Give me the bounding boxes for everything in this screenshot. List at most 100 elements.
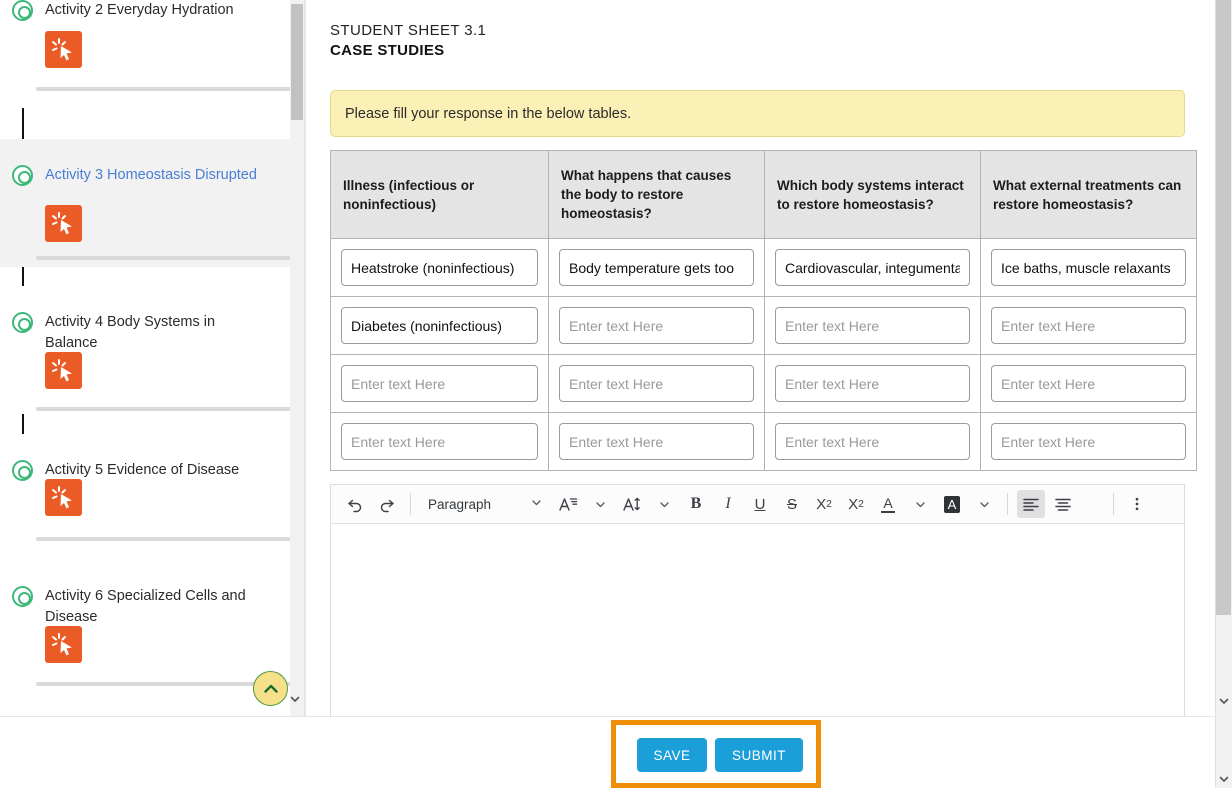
superscript-index: 2	[858, 499, 864, 510]
block-format-select[interactable]: Paragraph	[422, 490, 548, 518]
case-studies-table: Illness (infectious or noninfectious) Wh…	[330, 150, 1197, 471]
sidebar-item-activity-4[interactable]: Activity 4 Body Systems in Balance	[0, 286, 290, 414]
font-family-icon[interactable]	[554, 490, 582, 518]
cell-input-r0c1[interactable]	[559, 249, 754, 286]
click-cursor-icon[interactable]	[45, 352, 82, 389]
table-row	[331, 413, 1197, 471]
activity-title: Activity 5 Evidence of Disease	[45, 460, 260, 481]
page-root: Activity 2 Everyday Hydration Activity 3…	[0, 0, 1232, 788]
cell-input-r1c0[interactable]	[341, 307, 538, 344]
text-color-swatch	[881, 511, 895, 513]
click-cursor-icon[interactable]	[45, 479, 82, 516]
cell-input-r2c3[interactable]	[991, 365, 1186, 402]
rich-text-editor: Paragraph B I U	[330, 484, 1185, 716]
align-left-icon[interactable]	[1017, 490, 1045, 518]
cell-input-r2c0[interactable]	[341, 365, 538, 402]
superscript-base: X	[848, 496, 858, 513]
table-cell	[331, 413, 549, 471]
activity-divider	[36, 537, 290, 541]
font-size-chevron-down-icon[interactable]	[650, 490, 678, 518]
sidebar-scrollbar-thumb[interactable]	[291, 4, 303, 120]
cell-input-r1c3[interactable]	[991, 307, 1186, 344]
click-cursor-icon[interactable]	[45, 31, 82, 68]
cell-input-r1c2[interactable]	[775, 307, 970, 344]
strikethrough-button[interactable]: S	[778, 490, 806, 518]
table-cell	[549, 355, 765, 413]
table-cell	[765, 297, 981, 355]
click-cursor-icon[interactable]	[45, 205, 82, 242]
main-content: STUDENT SHEET 3.1 CASE STUDIES Please fi…	[320, 0, 1200, 716]
save-button[interactable]: SAVE	[637, 738, 707, 772]
sidebar-item-activity-5[interactable]: Activity 5 Evidence of Disease	[0, 434, 290, 562]
cell-input-r2c1[interactable]	[559, 365, 754, 402]
highlight-color-button[interactable]: A	[938, 490, 966, 518]
text-color-button[interactable]: A	[874, 490, 902, 518]
table-cell	[331, 355, 549, 413]
cell-input-r3c2[interactable]	[775, 423, 970, 460]
sidebar-item-activity-6[interactable]: Activity 6 Specialized Cells and Disease	[0, 560, 290, 705]
main-left-border	[305, 0, 306, 716]
column-header-body-systems: Which body systems interact to restore h…	[765, 151, 981, 239]
cell-input-r3c0[interactable]	[341, 423, 538, 460]
notice-text: Please fill your response in the below t…	[345, 106, 631, 122]
more-vertical-icon[interactable]	[1123, 490, 1151, 518]
action-bar	[0, 716, 1215, 788]
toolbar-divider	[410, 493, 411, 515]
italic-button[interactable]: I	[714, 490, 742, 518]
table-cell	[765, 413, 981, 471]
text-color-label: A	[883, 496, 892, 510]
column-header-cause: What happens that causes the body to res…	[549, 151, 765, 239]
font-family-chevron-down-icon[interactable]	[586, 490, 614, 518]
table-cell	[981, 239, 1197, 297]
font-size-icon[interactable]	[618, 490, 646, 518]
table-cell	[549, 413, 765, 471]
activity-title[interactable]: Activity 3 Homeostasis Disrupted	[45, 165, 260, 186]
highlight-color-chevron-down-icon[interactable]	[970, 490, 998, 518]
sidebar-item-activity-3[interactable]: Activity 3 Homeostasis Disrupted	[0, 139, 290, 267]
subscript-button[interactable]: X2	[810, 490, 838, 518]
activity-title: Activity 4 Body Systems in Balance	[45, 312, 260, 354]
table-cell	[765, 355, 981, 413]
cell-input-r3c3[interactable]	[991, 423, 1186, 460]
toolbar-divider	[1113, 493, 1114, 515]
superscript-button[interactable]: X2	[842, 490, 870, 518]
page-scrollbar-thumb[interactable]	[1216, 0, 1231, 615]
notice-banner: Please fill your response in the below t…	[330, 90, 1185, 137]
table-cell	[981, 355, 1197, 413]
cell-input-r1c1[interactable]	[559, 307, 754, 344]
click-cursor-icon[interactable]	[45, 626, 82, 663]
cell-input-r0c3[interactable]	[991, 249, 1186, 286]
chevron-down-icon	[531, 497, 542, 511]
activity-divider	[36, 87, 290, 91]
activity-divider	[36, 256, 290, 260]
cell-input-r0c2[interactable]	[775, 249, 970, 286]
editor-content-area[interactable]	[331, 524, 1184, 716]
undo-icon[interactable]	[341, 490, 369, 518]
bold-button[interactable]: B	[682, 490, 710, 518]
table-row	[331, 297, 1197, 355]
underline-button[interactable]: U	[746, 490, 774, 518]
page-scroll-bottom-arrow-icon[interactable]	[1217, 772, 1230, 785]
page-scroll-down-arrow-icon[interactable]	[1217, 694, 1230, 707]
text-color-chevron-down-icon[interactable]	[906, 490, 934, 518]
cell-input-r0c0[interactable]	[341, 249, 538, 286]
activity-sidebar[interactable]: Activity 2 Everyday Hydration Activity 3…	[0, 0, 290, 716]
page-scrollbar-track[interactable]	[1215, 0, 1232, 788]
scroll-to-top-button[interactable]	[253, 671, 288, 706]
cell-input-r2c2[interactable]	[775, 365, 970, 402]
subscript-base: X	[816, 496, 826, 513]
align-center-icon[interactable]	[1049, 490, 1077, 518]
table-row	[331, 355, 1197, 413]
redo-icon[interactable]	[373, 490, 401, 518]
cell-input-r3c1[interactable]	[559, 423, 754, 460]
table-cell	[981, 297, 1197, 355]
submit-button[interactable]: SUBMIT	[715, 738, 803, 772]
table-cell	[331, 239, 549, 297]
sidebar-scroll-down-arrow-icon[interactable]	[288, 692, 302, 706]
sidebar-item-activity-2[interactable]: Activity 2 Everyday Hydration	[0, 0, 290, 108]
activity-divider	[36, 407, 290, 411]
table-header-row: Illness (infectious or noninfectious) Wh…	[331, 151, 1197, 239]
editor-toolbar: Paragraph B I U	[331, 485, 1184, 524]
table-cell	[981, 413, 1197, 471]
activity-divider	[36, 682, 290, 686]
